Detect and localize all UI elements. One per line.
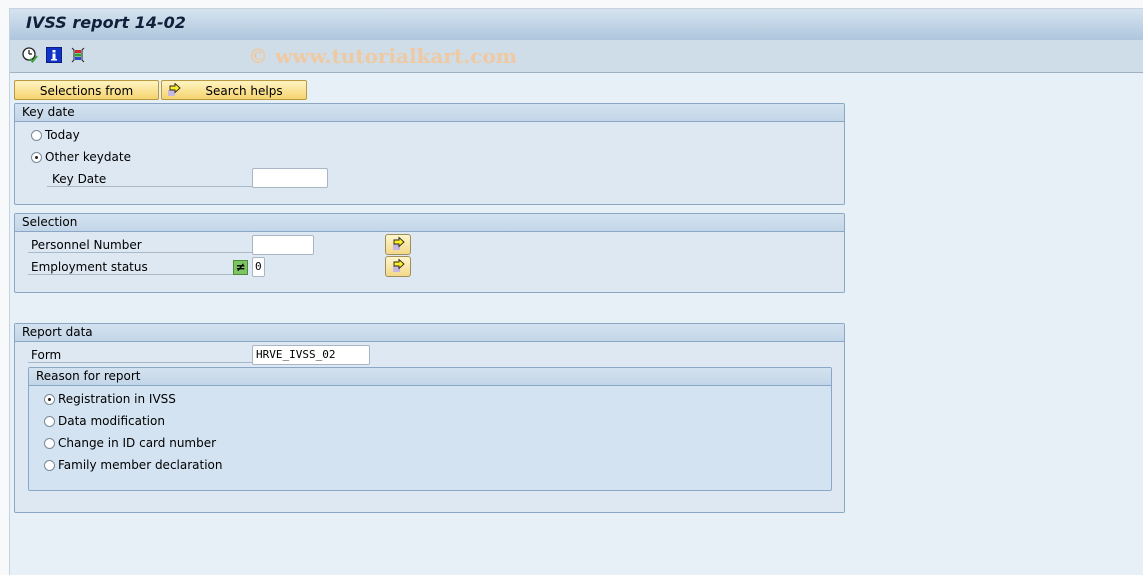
selection-group: Selection Personnel Number Employment st…: [14, 213, 845, 293]
selections-from-label: Selections from: [39, 84, 134, 98]
radio-button-checked[interactable]: [44, 393, 55, 405]
selections-from-button[interactable]: Selections from: [14, 80, 159, 100]
key-date-group: Key date Today Other keydate Key Date: [14, 103, 845, 205]
employment-status-label: Employment status: [28, 259, 233, 275]
radio-button-checked[interactable]: [31, 151, 42, 163]
radio-button[interactable]: [44, 459, 55, 471]
personnel-number-input[interactable]: [252, 235, 314, 255]
page-title: IVSS report 14-02: [26, 13, 186, 32]
form-input[interactable]: HRVE_IVSS_02: [252, 345, 370, 365]
employment-status-input[interactable]: 0: [252, 257, 265, 277]
application-toolbar: © www.tutorialkart.com: [10, 40, 1143, 73]
key-date-input[interactable]: [252, 168, 328, 188]
not-equal-operator-icon[interactable]: ≠: [233, 260, 248, 275]
radio-button[interactable]: [44, 437, 55, 449]
watermark: © www.tutorialkart.com: [248, 44, 517, 68]
radio-family-member-declaration[interactable]: Family member declaration: [44, 457, 223, 473]
employment-status-multiple-selection-button[interactable]: [385, 256, 411, 277]
radio-label: Other keydate: [45, 150, 131, 164]
sap-screen: IVSS report 14-02 © www.tutorialkart.com…: [9, 8, 1143, 575]
reason-for-report-group: Reason for report Registration in IVSS D…: [28, 367, 832, 491]
report-data-group-title: Report data: [15, 324, 844, 342]
selection-group-title: Selection: [15, 214, 844, 232]
reason-for-report-title: Reason for report: [29, 368, 831, 386]
radio-label: Family member declaration: [58, 458, 223, 472]
radio-label: Data modification: [58, 414, 165, 428]
layout-icon[interactable]: [70, 47, 86, 63]
execute-clock-icon[interactable]: [22, 47, 38, 63]
search-helps-label: Search helps: [205, 84, 283, 98]
radio-label: Today: [45, 128, 80, 142]
info-icon[interactable]: [46, 47, 62, 63]
radio-today[interactable]: Today: [31, 127, 80, 143]
key-date-label: Key Date: [47, 171, 253, 187]
radio-change-in-id-card-number[interactable]: Change in ID card number: [44, 435, 216, 451]
personnel-number-multiple-selection-button[interactable]: [385, 234, 411, 255]
radio-label: Registration in IVSS: [58, 392, 176, 406]
radio-registration-in-ivss[interactable]: Registration in IVSS: [44, 391, 176, 407]
personnel-number-label: Personnel Number: [28, 237, 253, 253]
radio-data-modification[interactable]: Data modification: [44, 413, 165, 429]
radio-button[interactable]: [31, 129, 42, 141]
report-data-group: Report data Form HRVE_IVSS_02 Reason for…: [14, 323, 845, 513]
key-date-group-title: Key date: [15, 104, 844, 122]
title-bar: IVSS report 14-02: [10, 8, 1143, 40]
form-label: Form: [28, 347, 253, 363]
radio-other-keydate[interactable]: Other keydate: [31, 149, 131, 165]
arrow-right-icon: [167, 82, 181, 97]
radio-button[interactable]: [44, 415, 55, 427]
search-helps-button[interactable]: Search helps: [161, 80, 307, 100]
radio-label: Change in ID card number: [58, 436, 217, 450]
